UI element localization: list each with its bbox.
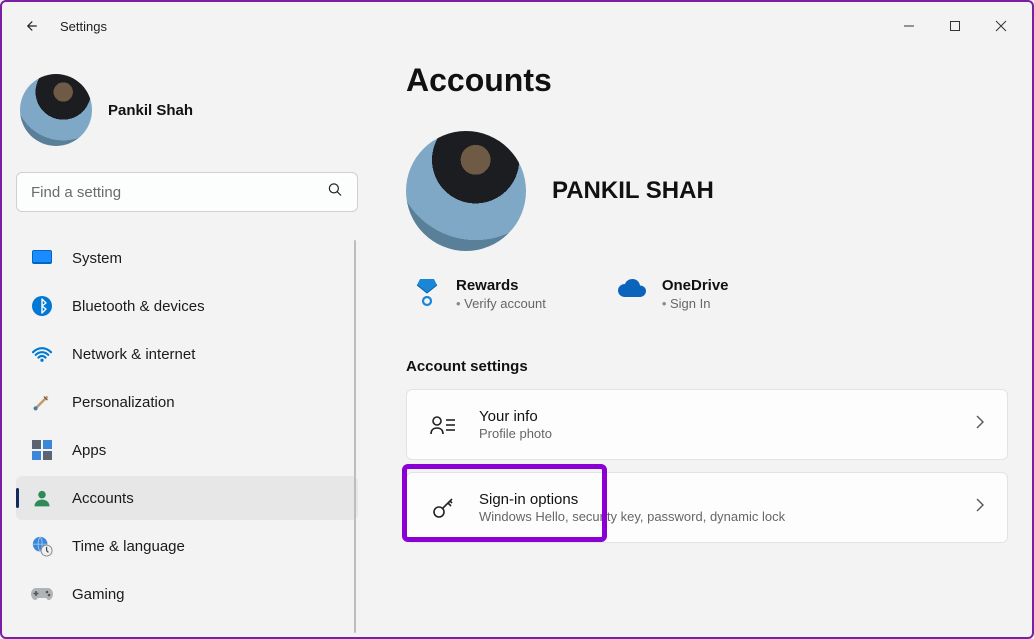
your-info-card[interactable]: Your info Profile photo (406, 389, 1008, 460)
back-button[interactable] (10, 6, 50, 46)
tile-title: Rewards (456, 277, 546, 294)
apps-icon (30, 438, 54, 462)
gamepad-icon (30, 582, 54, 606)
card-title: Your info (479, 408, 552, 425)
nav-label: Apps (72, 442, 106, 459)
avatar (20, 74, 92, 146)
avatar-large (406, 131, 526, 251)
onedrive-tile[interactable]: OneDrive Sign In (616, 277, 729, 312)
nav-label: Network & internet (72, 346, 195, 363)
cloud-icon (616, 277, 648, 304)
titlebar: Settings (2, 2, 1032, 50)
account-hero: PANKIL SHAH (406, 131, 1008, 251)
account-name: PANKIL SHAH (552, 177, 714, 205)
maximize-button[interactable] (932, 10, 978, 42)
main-content: Accounts PANKIL SHAH Rewards Verify acco… (372, 50, 1032, 637)
person-card-icon (429, 411, 457, 439)
tile-sub: Sign In (662, 296, 729, 311)
back-arrow-icon (21, 17, 39, 35)
tile-sub: Verify account (456, 296, 546, 311)
rewards-tile[interactable]: Rewards Verify account (412, 277, 546, 312)
card-sub: Profile photo (479, 426, 552, 441)
nav-label: Gaming (72, 586, 125, 603)
paintbrush-icon (30, 390, 54, 414)
sidebar: Pankil Shah System Bluetooth & devices N… (2, 50, 372, 637)
nav-label: Bluetooth & devices (72, 298, 205, 315)
nav-label: Time & language (72, 538, 185, 555)
app-title: Settings (60, 19, 107, 34)
nav-list: System Bluetooth & devices Network & int… (16, 236, 358, 637)
card-sub: Windows Hello, security key, password, d… (479, 509, 785, 524)
nav-label: Accounts (72, 490, 134, 507)
person-icon (30, 486, 54, 510)
sidebar-item-personalization[interactable]: Personalization (16, 380, 358, 424)
nav-label: System (72, 250, 122, 267)
sidebar-item-time[interactable]: Time & language (16, 524, 358, 568)
close-button[interactable] (978, 10, 1024, 42)
nav-label: Personalization (72, 394, 175, 411)
search-input[interactable] (16, 172, 358, 212)
chevron-right-icon (975, 414, 985, 435)
sidebar-item-network[interactable]: Network & internet (16, 332, 358, 376)
sidebar-item-apps[interactable]: Apps (16, 428, 358, 472)
bluetooth-icon (30, 294, 54, 318)
page-title: Accounts (406, 62, 1008, 99)
wifi-icon (30, 342, 54, 366)
key-icon (429, 494, 457, 522)
tile-title: OneDrive (662, 277, 729, 294)
window-controls (886, 10, 1024, 42)
sidebar-item-system[interactable]: System (16, 236, 358, 280)
rewards-icon (412, 277, 442, 312)
profile-name: Pankil Shah (108, 102, 193, 119)
minimize-button[interactable] (886, 10, 932, 42)
sidebar-item-accounts[interactable]: Accounts (16, 476, 358, 520)
section-heading: Account settings (406, 358, 1008, 375)
card-title: Sign-in options (479, 491, 785, 508)
sidebar-profile[interactable]: Pankil Shah (16, 60, 358, 172)
sidebar-item-bluetooth[interactable]: Bluetooth & devices (16, 284, 358, 328)
display-icon (30, 246, 54, 270)
globe-clock-icon (30, 534, 54, 558)
sidebar-item-gaming[interactable]: Gaming (16, 572, 358, 616)
chevron-right-icon (975, 497, 985, 518)
signin-options-card[interactable]: Sign-in options Windows Hello, security … (406, 472, 1008, 543)
